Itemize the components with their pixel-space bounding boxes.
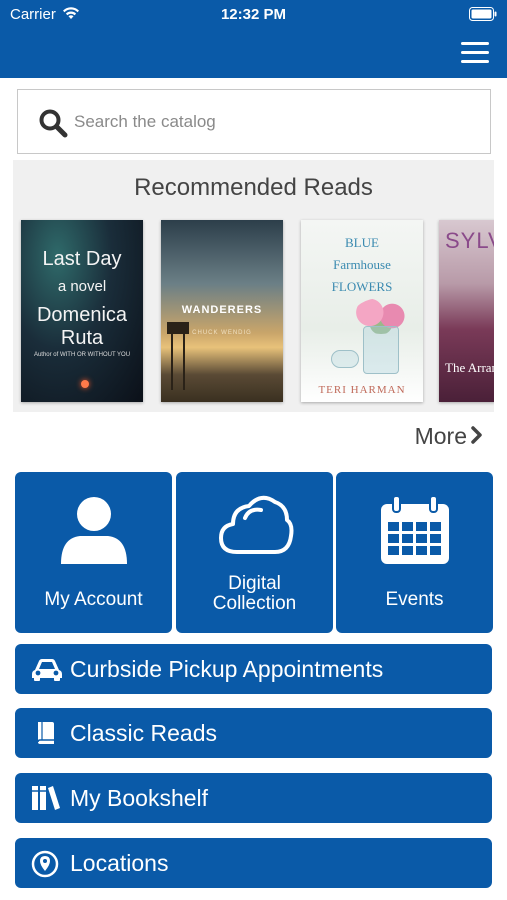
book-tagline: Author of WITH OR WITHOUT YOU [33,352,131,358]
book-author: Domenica Ruta [36,304,128,349]
search-input[interactable] [74,104,474,140]
battery-icon [469,7,497,26]
book-icon [35,720,57,751]
book-title: BLUE Farmhouse FLOWERS [331,235,393,294]
curbside-pickup-button[interactable]: Curbside Pickup Appointments [15,644,492,694]
book-cover-last-day[interactable]: Last Day a novel Domenica Ruta Author of… [21,220,143,402]
digital-collection-label: Digital Collection [176,574,333,614]
locations-label: Locations [70,850,169,876]
classic-reads-button[interactable]: Classic Reads [15,708,492,758]
book-title: WANDERERS [181,304,263,316]
recommended-reads-title: Recommended Reads [134,174,373,201]
cloud-icon [176,488,333,567]
nav-bar [0,30,507,78]
location-pin-icon [31,850,59,883]
more-link[interactable]: More [415,423,483,450]
book-cover-wanderers[interactable]: WANDERERS CHUCK WENDIG [161,220,283,402]
calendar-icon [336,494,493,571]
book-cover-blue-farmhouse-flowers[interactable]: BLUE Farmhouse FLOWERS TERI HARMAN [301,220,423,402]
curbside-pickup-label: Curbside Pickup Appointments [70,656,384,682]
water-tower-tank [167,322,189,334]
hamburger-menu-icon[interactable] [461,42,489,64]
events-tile[interactable]: Events [336,472,493,633]
clock-time: 12:32 PM [220,6,287,23]
search-icon [38,108,68,143]
locations-button[interactable]: Locations [15,838,492,888]
digital-collection-label-line2: Collection [212,593,297,614]
digital-collection-label-line1: Digital [228,573,281,594]
fire-glow [81,380,89,388]
classic-reads-label: Classic Reads [70,720,217,746]
book-title: Last Day [42,248,122,270]
status-bar: Carrier 12:32 PM [0,0,507,30]
my-account-label: My Account [44,589,143,610]
book-subtitle: The Arran [445,360,494,375]
my-bookshelf-label: My Bookshelf [70,785,209,811]
bottle [331,350,359,368]
book-subtitle: a novel [57,278,107,295]
search-bar[interactable] [17,89,491,154]
chevron-right-icon [471,423,483,450]
my-bookshelf-button[interactable]: My Bookshelf [15,773,492,823]
water-tower [171,330,185,390]
book-title: SYLV [445,228,494,253]
book-author: TERI HARMAN [318,384,406,396]
book-cover-sylvia[interactable]: SYLV The Arran [439,220,494,402]
user-icon [15,494,172,571]
car-icon [31,656,63,687]
more-label: More [414,423,467,449]
my-account-tile[interactable]: My Account [15,472,172,633]
digital-collection-tile[interactable]: Digital Collection [176,472,333,633]
mason-jar [363,326,399,374]
events-label: Events [385,589,444,610]
bookshelf-icon [31,785,61,816]
recommended-reads-panel: Recommended Reads Last Day a novel Domen… [13,160,494,412]
